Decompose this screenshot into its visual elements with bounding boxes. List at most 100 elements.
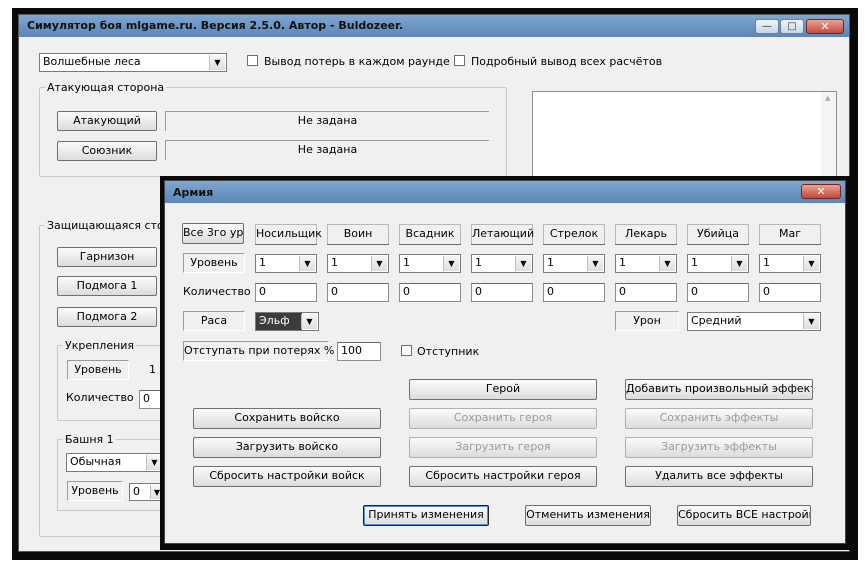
column-header: Летающий [471, 224, 534, 245]
unit-level-select[interactable]: 1 ▼ [615, 254, 677, 273]
unit-level-value: 1 [763, 256, 770, 269]
scroll-up-icon[interactable]: ▲ [825, 94, 830, 102]
minimize-button[interactable]: — [755, 19, 779, 34]
unit-count-input[interactable]: 0 [471, 283, 533, 302]
unit-level-select[interactable]: 1 ▼ [471, 254, 533, 273]
reset-army-button[interactable]: Сбросить настройки войск [193, 466, 381, 487]
damage-label: Урон [615, 311, 679, 331]
chevron-down-icon: ▼ [301, 314, 317, 329]
unit-count-input[interactable]: 0 [543, 283, 605, 302]
losses-checkbox-label: Вывод потерь в каждом раунде [264, 55, 450, 68]
unit-count-input[interactable]: 0 [759, 283, 821, 302]
attack-group-title: Атакующая сторона [45, 81, 167, 94]
tower-level-label: Уровень [67, 481, 123, 501]
unit-level-select[interactable]: 1 ▼ [687, 254, 749, 273]
location-select[interactable]: Волшебные леса ▼ [39, 53, 227, 72]
unit-count-input[interactable]: 0 [399, 283, 461, 302]
column-header: Маг [759, 224, 821, 245]
damage-select-value: Средний [691, 314, 742, 327]
tower-type-select[interactable]: Обычная ▼ [66, 453, 164, 472]
load-army-button[interactable]: Загрузить войско [193, 437, 381, 458]
cancel-changes-button[interactable]: Отменить изменения [525, 505, 651, 526]
maximize-button[interactable]: □ [780, 19, 804, 34]
help2-button[interactable]: Подмога 2 [57, 307, 157, 327]
save-hero-button[interactable]: Сохранить героя [409, 408, 597, 429]
main-titlebar[interactable]: Симулятор боя mlgame.ru. Версия 2.5.0. А… [19, 15, 849, 37]
attack-group [39, 87, 507, 177]
unit-level-select[interactable]: 1 ▼ [399, 254, 461, 273]
unit-level-value: 1 [403, 256, 410, 269]
help1-button[interactable]: Подмога 1 [57, 276, 157, 296]
army-titlebar[interactable]: Армия ✕ [165, 181, 845, 203]
delete-effects-button[interactable]: Удалить все эффекты [625, 466, 813, 487]
race-select-value: Эльф [256, 313, 302, 330]
tower-group-title: Башня 1 [63, 433, 116, 446]
fort-group-title: Укрепления [63, 339, 137, 352]
reset-hero-button[interactable]: Сбросить настройки героя [409, 466, 597, 487]
unit-level-value: 1 [259, 256, 266, 269]
unit-count-input[interactable]: 0 [687, 283, 749, 302]
chevron-down-icon: ▼ [299, 256, 315, 271]
load-effects-button[interactable]: Загрузить эффекты [625, 437, 813, 458]
unit-count-input[interactable]: 0 [327, 283, 389, 302]
verbose-checkbox[interactable] [454, 55, 465, 66]
tower-level-value: 0 [133, 485, 140, 498]
fort-level-value: 1 [149, 363, 156, 376]
column-header: Убийца [687, 224, 749, 245]
column-header: Носильщик [255, 224, 322, 245]
level-row-label: Уровень [183, 253, 245, 273]
save-army-button[interactable]: Сохранить войско [193, 408, 381, 429]
retreat-input[interactable]: 100 [337, 342, 381, 361]
race-label: Раса [183, 311, 245, 331]
fort-count-label: Количество [66, 391, 134, 404]
unit-level-value: 1 [547, 256, 554, 269]
chevron-down-icon: ▼ [515, 256, 531, 271]
damage-select[interactable]: Средний ▼ [687, 312, 821, 331]
count-row-label: Количество [183, 285, 251, 298]
unit-level-value: 1 [331, 256, 338, 269]
load-hero-button[interactable]: Загрузить героя [409, 437, 597, 458]
unit-level-select[interactable]: 1 ▼ [327, 254, 389, 273]
chevron-down-icon: ▼ [659, 256, 675, 271]
reset-all-button[interactable]: Сбросить ВСЕ настройки [677, 505, 811, 526]
close-button[interactable]: ✕ [806, 19, 844, 34]
accept-changes-button[interactable]: Принять изменения [363, 505, 489, 526]
attacker-status: Не задана [165, 111, 489, 131]
tower-type-value: Обычная [70, 455, 122, 468]
column-header: Лекарь [615, 224, 677, 245]
army-title: Армия [173, 186, 214, 199]
losses-checkbox[interactable] [247, 55, 258, 66]
fort-level-label: Уровень [67, 360, 129, 380]
renegade-label: Отступник [417, 345, 480, 358]
save-effects-button[interactable]: Сохранить эффекты [625, 408, 813, 429]
location-select-value: Волшебные леса [43, 55, 141, 68]
army-close-button[interactable]: ✕ [801, 184, 841, 199]
renegade-checkbox[interactable] [401, 345, 412, 356]
army-dialog: Армия ✕ Все 3го ур. Носильщик 1 ▼ 0 Воин 1 ▼ 0 В… [164, 180, 846, 544]
retreat-label: Отступать при потерях % [183, 341, 334, 361]
chevron-down-icon: ▼ [443, 256, 459, 271]
chevron-down-icon: ▼ [731, 256, 747, 271]
add-effect-button[interactable]: Добавить произвольный эффект [625, 379, 813, 400]
unit-count-input[interactable]: 0 [255, 283, 317, 302]
hero-button[interactable]: Герой [409, 379, 597, 400]
race-select[interactable]: Эльф ▼ [255, 312, 319, 331]
unit-level-select[interactable]: 1 ▼ [255, 254, 317, 273]
unit-level-value: 1 [691, 256, 698, 269]
ally-button[interactable]: Союзник [57, 141, 157, 161]
column-header: Воин [327, 224, 389, 245]
unit-level-select[interactable]: 1 ▼ [759, 254, 821, 273]
column-header: Стрелок [543, 224, 605, 245]
unit-level-select[interactable]: 1 ▼ [543, 254, 605, 273]
chevron-down-icon: ▼ [587, 256, 603, 271]
unit-count-input[interactable]: 0 [615, 283, 677, 302]
chevron-down-icon: ▼ [209, 55, 225, 70]
main-window-title: Симулятор боя mlgame.ru. Версия 2.5.0. А… [27, 19, 404, 32]
verbose-checkbox-label: Подробный вывод всех расчётов [471, 55, 663, 68]
attacker-button[interactable]: Атакующий [57, 111, 157, 131]
all-level3-button[interactable]: Все 3го ур. [182, 223, 244, 244]
unit-level-value: 1 [475, 256, 482, 269]
garrison-button[interactable]: Гарнизон [57, 247, 157, 267]
ally-status: Не задана [165, 140, 489, 160]
chevron-down-icon: ▼ [803, 256, 819, 271]
